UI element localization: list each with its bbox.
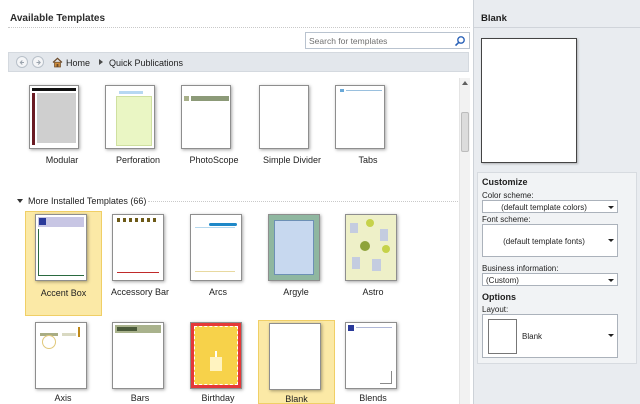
dropdown-arrow-icon[interactable] [608, 239, 614, 242]
template-label: Accessory Bar [110, 287, 170, 297]
template-label: Axis [54, 393, 72, 403]
scroll-thumb[interactable] [461, 112, 469, 152]
color-scheme-value: (default template colors) [501, 203, 587, 212]
available-templates-pane: Available Templates Home Quick Publicati… [0, 0, 472, 404]
forward-arrow-icon [36, 60, 41, 65]
section-label: More Installed Templates (66) [28, 196, 147, 206]
dropdown-arrow-icon[interactable] [608, 334, 614, 337]
customize-heading: Customize [482, 177, 528, 187]
template-thumbnail [345, 214, 397, 281]
dropdown-arrow-icon[interactable] [608, 279, 614, 282]
template-label: Tabs [358, 155, 378, 165]
layout-select[interactable]: Blank [482, 314, 618, 358]
template-label: Birthday [201, 393, 235, 403]
more-installed-templates-header[interactable]: More Installed Templates (66) [17, 196, 146, 206]
template-thumbnail [268, 214, 320, 281]
template-tile-blends[interactable]: Blends [335, 318, 411, 404]
template-tile-axis[interactable]: Axis [25, 318, 101, 404]
template-label: PhotoScope [189, 155, 239, 165]
template-tile-modular[interactable]: Modular [24, 82, 100, 170]
home-icon[interactable] [52, 57, 63, 68]
template-thumbnail [29, 85, 79, 149]
template-label: Astro [362, 287, 384, 297]
details-divider [474, 27, 640, 28]
breadcrumb: Home Quick Publications [8, 52, 469, 72]
breadcrumb-home-link[interactable]: Home [66, 58, 90, 68]
template-thumbnail [181, 85, 231, 149]
template-thumbnail [35, 322, 87, 389]
template-thumbnail [190, 214, 242, 281]
business-information-select[interactable]: (Custom) [482, 273, 618, 286]
template-thumbnail [269, 323, 321, 390]
collapse-triangle-icon[interactable] [17, 199, 23, 203]
template-tile-arcs[interactable]: Arcs [180, 211, 256, 316]
template-tile-argyle[interactable]: Argyle [258, 211, 334, 316]
template-tile-photoscope[interactable]: PhotoScope [176, 82, 252, 170]
template-label: Simple Divider [262, 155, 322, 165]
template-tile-accent-box[interactable]: Accent Box [25, 211, 102, 316]
font-scheme-label: Font scheme: [482, 215, 531, 224]
template-tile-accessory-bar[interactable]: Accessory Bar [102, 211, 178, 316]
template-label: Modular [45, 155, 79, 165]
template-tile-simple-divider[interactable]: Simple Divider [254, 82, 330, 170]
dropdown-arrow-icon[interactable] [608, 206, 614, 209]
color-scheme-label: Color scheme: [482, 191, 534, 200]
options-heading: Options [482, 292, 516, 302]
breadcrumb-separator-icon [99, 59, 103, 65]
pane-title: Available Templates [10, 13, 106, 24]
template-thumbnail [112, 214, 164, 281]
template-thumbnail [190, 322, 242, 389]
scroll-up-icon[interactable] [462, 81, 468, 85]
template-tile-birthday[interactable]: Birthday [180, 318, 256, 404]
template-tile-tabs[interactable]: Tabs [330, 82, 406, 170]
section-divider [148, 201, 458, 202]
color-scheme-select[interactable]: (default template colors) [482, 200, 618, 213]
template-label: Blank [285, 394, 308, 404]
search-box[interactable] [305, 32, 470, 49]
business-information-value: (Custom) [486, 276, 519, 285]
layout-thumbnail [488, 319, 517, 354]
back-arrow-icon [19, 60, 24, 65]
selected-template-title: Blank [481, 13, 507, 24]
template-label: Argyle [283, 287, 309, 297]
template-tile-bars[interactable]: Bars [102, 318, 178, 404]
search-icon[interactable] [454, 35, 466, 47]
template-tile-astro[interactable]: Astro [335, 211, 411, 316]
template-details-pane: Blank Customize Color scheme: (default t… [473, 0, 640, 404]
template-thumbnail [259, 85, 309, 149]
template-label: Blends [359, 393, 387, 403]
back-button[interactable] [16, 56, 28, 68]
customize-panel: Customize Color scheme: (default templat… [477, 172, 637, 364]
template-tile-perforation[interactable]: Perforation [100, 82, 176, 170]
vertical-scrollbar[interactable] [459, 78, 470, 404]
template-label: Accent Box [40, 288, 87, 298]
template-label: Bars [130, 393, 150, 403]
template-label: Perforation [115, 155, 161, 165]
template-label: Arcs [209, 287, 227, 297]
template-thumbnail [345, 322, 397, 389]
template-thumbnail [105, 85, 155, 149]
font-scheme-select[interactable]: (default template fonts) [482, 224, 618, 257]
template-thumbnail [335, 85, 385, 149]
title-divider [8, 27, 470, 28]
business-information-label: Business information: [482, 264, 559, 273]
layout-label: Layout: [482, 305, 509, 314]
search-input[interactable] [306, 33, 448, 48]
font-scheme-value: (default template fonts) [503, 237, 585, 246]
template-tile-blank[interactable]: Blank [258, 320, 335, 404]
layout-value: Blank [522, 332, 543, 341]
template-thumbnail [35, 214, 87, 281]
forward-button[interactable] [32, 56, 44, 68]
template-preview [481, 38, 577, 163]
template-thumbnail [112, 322, 164, 389]
breadcrumb-current: Quick Publications [109, 58, 184, 68]
